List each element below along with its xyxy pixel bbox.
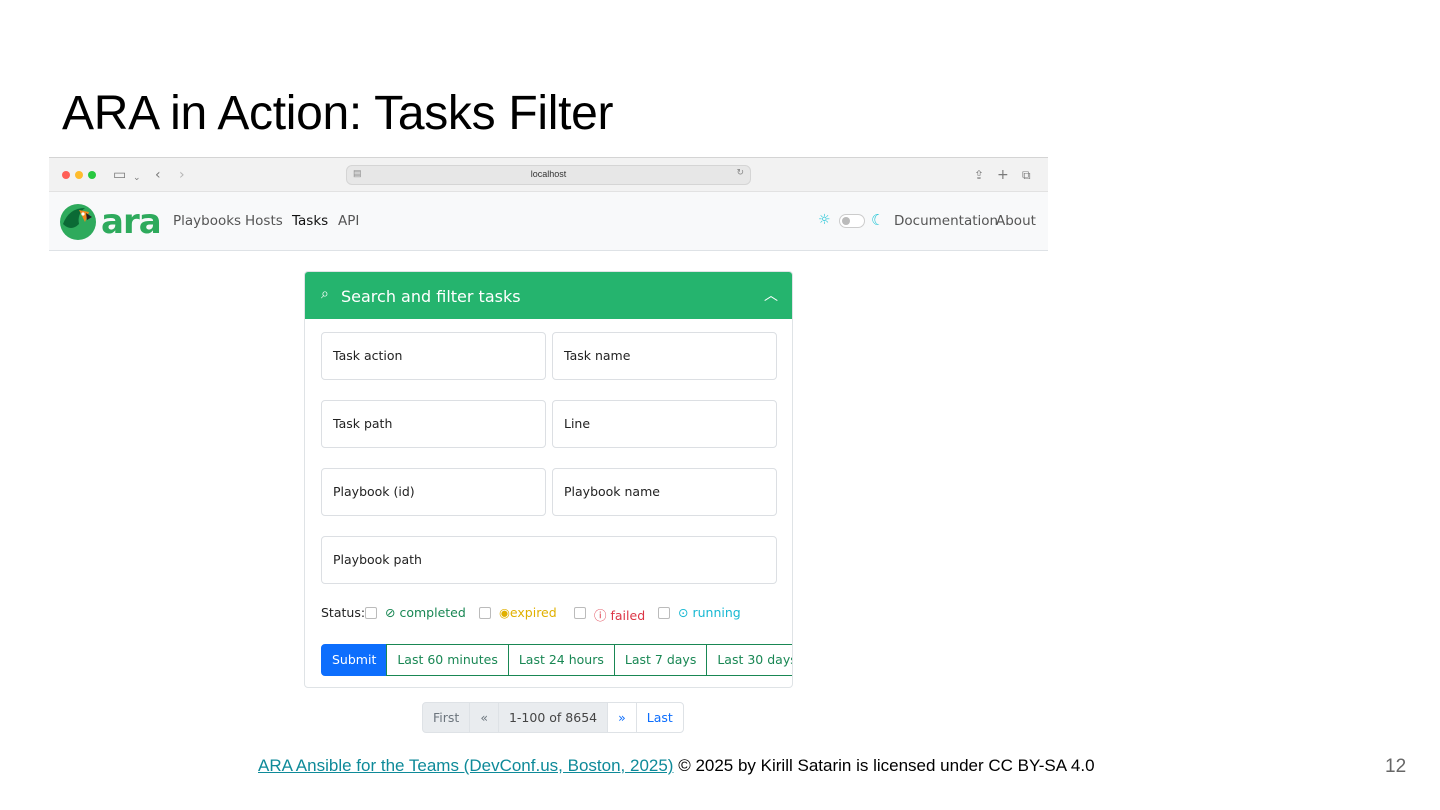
- pagination-first[interactable]: First: [422, 702, 471, 733]
- failed-checkbox[interactable]: [574, 607, 586, 619]
- chevron-down-icon[interactable]: ⌄: [133, 169, 141, 187]
- stop-circle-icon: ◉: [499, 605, 510, 620]
- playbook-name-field[interactable]: Playbook name: [552, 468, 777, 516]
- completed-checkbox[interactable]: [365, 607, 377, 619]
- back-arrow-icon[interactable]: ‹: [155, 166, 161, 184]
- url-text: localhost: [530, 169, 567, 179]
- running-checkbox[interactable]: [658, 607, 670, 619]
- playbook-path-field[interactable]: Playbook path: [321, 536, 777, 584]
- minimize-window-button[interactable]: [75, 171, 83, 179]
- exclamation-circle-icon: ⓘ: [594, 608, 607, 623]
- submit-button[interactable]: Submit: [321, 644, 388, 676]
- filter-card-header[interactable]: ⌕ Search and filter tasks ︿: [305, 272, 792, 319]
- ara-logo[interactable]: ara: [59, 202, 162, 242]
- sidebar-toggle-icon[interactable]: ▭: [113, 166, 126, 184]
- browser-toolbar: ▭ ⌄ ‹ › ▤ localhost ↻ ⇪ + ⧉: [49, 157, 1048, 192]
- forward-arrow-icon[interactable]: ›: [179, 166, 185, 184]
- sun-icon: ☼: [818, 212, 831, 228]
- pagination-last[interactable]: Last: [635, 702, 684, 733]
- nav-hosts[interactable]: Hosts: [245, 213, 283, 229]
- expired-checkbox[interactable]: [479, 607, 491, 619]
- ara-navbar: ara Playbooks Hosts Tasks API ☼ ☾ Docume…: [49, 192, 1048, 251]
- reload-icon[interactable]: ↻: [736, 168, 744, 178]
- pagination-next[interactable]: »: [607, 702, 637, 733]
- pagination-info: 1-100 of 8654: [497, 702, 609, 733]
- tab-overview-icon[interactable]: ⧉: [1022, 166, 1031, 184]
- status-completed: ⊘ completed: [385, 605, 466, 620]
- status-running: ⊙ running: [678, 605, 741, 620]
- line-field[interactable]: Line: [552, 400, 777, 448]
- nav-playbooks[interactable]: Playbooks: [173, 213, 241, 229]
- last-30-days-button[interactable]: Last 30 days: [706, 644, 792, 676]
- task-action-field[interactable]: Task action: [321, 332, 546, 380]
- close-window-button[interactable]: [62, 171, 70, 179]
- status-failed: ⓘ failed: [594, 608, 646, 623]
- pagination-prev[interactable]: «: [469, 702, 499, 733]
- browser-window: ▭ ⌄ ‹ › ▤ localhost ↻ ⇪ + ⧉ ara Playbook…: [49, 157, 1048, 251]
- last-24-hours-button[interactable]: Last 24 hours: [507, 644, 615, 676]
- search-icon: ⌕: [321, 286, 329, 302]
- filter-button-group: Submit Last 60 minutes Last 24 hours Las…: [321, 644, 792, 676]
- page-number: 12: [1385, 756, 1407, 777]
- play-circle-icon: ⊙: [678, 605, 689, 620]
- playbook-id-field[interactable]: Playbook (id): [321, 468, 546, 516]
- slide-title: ARA in Action: Tasks Filter: [62, 87, 614, 140]
- check-circle-icon: ⊘: [385, 605, 396, 620]
- nav-documentation[interactable]: Documentation: [894, 213, 998, 229]
- theme-toggle-switch[interactable]: [839, 214, 865, 228]
- chevron-up-icon[interactable]: ︿: [764, 285, 778, 305]
- nav-about[interactable]: About: [996, 213, 1036, 229]
- filter-card-title: Search and filter tasks: [341, 287, 521, 306]
- pagination: First « 1-100 of 8654 » Last: [422, 702, 684, 733]
- brand-text: ara: [101, 202, 162, 242]
- share-icon[interactable]: ⇪: [974, 166, 984, 184]
- last-7-days-button[interactable]: Last 7 days: [613, 644, 708, 676]
- status-label: Status:: [321, 605, 366, 620]
- nav-tasks[interactable]: Tasks: [292, 213, 328, 229]
- footer-link[interactable]: ARA Ansible for the Teams (DevConf.us, B…: [258, 756, 673, 775]
- task-path-field[interactable]: Task path: [321, 400, 546, 448]
- maximize-window-button[interactable]: [88, 171, 96, 179]
- moon-icon: ☾: [871, 211, 885, 229]
- nav-api[interactable]: API: [338, 213, 359, 229]
- footer-license-text: © 2025 by Kirill Satarin is licensed und…: [673, 756, 1095, 775]
- address-bar[interactable]: ▤ localhost ↻: [346, 165, 751, 185]
- task-name-field[interactable]: Task name: [552, 332, 777, 380]
- last-60-minutes-button[interactable]: Last 60 minutes: [386, 644, 509, 676]
- slide-footer: ARA Ansible for the Teams (DevConf.us, B…: [258, 756, 1095, 776]
- filter-card: ⌕ Search and filter tasks ︿ Task action …: [304, 271, 793, 688]
- new-tab-icon[interactable]: +: [997, 166, 1009, 184]
- parrot-logo-icon: [60, 204, 96, 240]
- status-expired: ◉expired: [499, 605, 557, 620]
